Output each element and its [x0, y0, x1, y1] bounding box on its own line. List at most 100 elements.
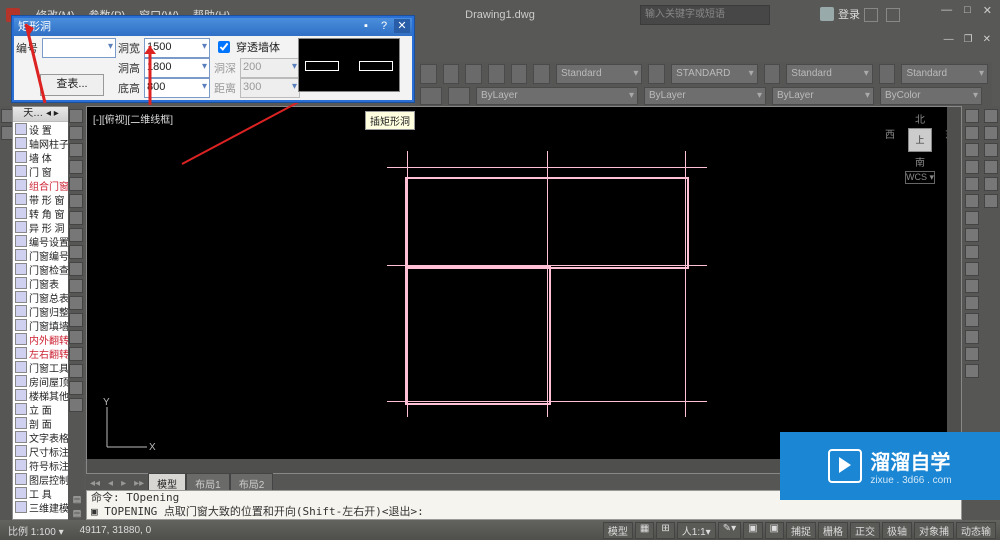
tree-item[interactable]: 门窗工具	[13, 360, 69, 374]
tree-item[interactable]: 带 形 窗	[13, 192, 69, 206]
arc-icon[interactable]	[69, 160, 83, 174]
mtext-icon[interactable]	[69, 381, 83, 395]
maximize-button[interactable]: □	[960, 4, 975, 17]
hatch-icon[interactable]	[69, 245, 83, 259]
table-icon[interactable]	[69, 313, 83, 327]
tablestyle-icon[interactable]	[764, 64, 781, 84]
status-scale[interactable]: 比例 1:100 ▾	[4, 523, 68, 538]
layer-dropdown[interactable]: ByLayer	[476, 87, 638, 105]
zoom-window-icon[interactable]	[984, 160, 998, 174]
status-toggle[interactable]: ▦	[635, 522, 654, 539]
doc-minimize-button[interactable]: —	[941, 34, 957, 45]
zoom-extents-icon[interactable]	[984, 143, 998, 157]
tree-item[interactable]: 工 具	[13, 486, 69, 500]
close-button[interactable]: ✕	[979, 4, 996, 17]
tab-nav-next[interactable]: ▸	[117, 478, 130, 489]
text-icon[interactable]	[69, 262, 83, 276]
tool-icon[interactable]	[488, 64, 505, 84]
tree-item[interactable]: 房间屋顶	[13, 374, 69, 388]
login-button[interactable]: 登录	[820, 6, 860, 22]
mirror-icon[interactable]	[965, 143, 979, 157]
number-combo[interactable]	[42, 38, 116, 58]
rectangle-icon[interactable]	[69, 177, 83, 191]
tool-icon[interactable]	[443, 64, 460, 84]
dimstyle-dropdown[interactable]: STANDARD	[671, 64, 758, 84]
status-toggle[interactable]: ▣	[743, 522, 762, 539]
tree-item[interactable]: 门窗填墙	[13, 318, 69, 332]
exchange-icon[interactable]	[864, 8, 878, 22]
tree-item[interactable]: 编号设置	[13, 234, 69, 248]
status-toggle[interactable]: 人1:1▾	[677, 522, 716, 539]
search-input[interactable]: 输入关键字或短语	[640, 5, 770, 25]
polygon-icon[interactable]	[69, 194, 83, 208]
extend-icon[interactable]	[965, 279, 979, 293]
tree-item[interactable]: 立 面	[13, 402, 69, 416]
status-toggle[interactable]: 对象捕	[914, 522, 954, 539]
join-icon[interactable]	[965, 313, 979, 327]
layer-icon[interactable]	[448, 87, 470, 105]
status-toggle[interactable]: 正交	[850, 522, 880, 539]
tree-item[interactable]: 门窗归整	[13, 304, 69, 318]
tree-item[interactable]: 门 窗	[13, 164, 69, 178]
textstyle-icon[interactable]	[533, 64, 550, 84]
status-toggle[interactable]: ▣	[765, 522, 784, 539]
tree-item[interactable]: 组合门窗	[13, 178, 69, 192]
viewport-vscrollbar[interactable]	[947, 107, 961, 459]
viewcube-west[interactable]: 西	[885, 126, 895, 154]
viewcube[interactable]: 北 西上东 南 WCS ▾	[885, 111, 955, 186]
mleaderstyle-icon[interactable]	[879, 64, 896, 84]
doc-restore-button[interactable]: ❐	[961, 34, 976, 45]
dialog-titlebar[interactable]: 矩形洞 ▪ ? ✕	[14, 18, 412, 36]
model-viewport[interactable]: [-][俯视][二维线框] 插矩形洞 北 西上东 南 WCS ▾ X Y	[86, 106, 962, 474]
mleaderstyle-dropdown[interactable]: Standard	[901, 64, 988, 84]
offset-icon[interactable]	[965, 160, 979, 174]
move-icon[interactable]	[965, 194, 979, 208]
tree-item[interactable]: 左右翻转	[13, 346, 69, 360]
copy-icon[interactable]	[965, 126, 979, 140]
tree-item[interactable]: 门窗编号	[13, 248, 69, 262]
pan-icon[interactable]	[984, 126, 998, 140]
tab-nav-first[interactable]: ◂◂	[86, 478, 104, 489]
tab-nav-last[interactable]: ▸▸	[130, 478, 148, 489]
array-icon[interactable]	[965, 177, 979, 191]
tablestyle-dropdown[interactable]: Standard	[786, 64, 873, 84]
tree-item[interactable]: 楼梯其他	[13, 388, 69, 402]
lineweight-dropdown[interactable]: ByLayer	[772, 87, 874, 105]
polyline-icon[interactable]	[69, 126, 83, 140]
through-wall-checkbox[interactable]: 穿透墙体	[214, 38, 280, 56]
status-toggle[interactable]: ✎▾	[718, 522, 741, 539]
tree-item[interactable]: 符号标注	[13, 458, 69, 472]
tree-item[interactable]: 尺寸标注	[13, 444, 69, 458]
minimize-button[interactable]: —	[937, 4, 956, 17]
plotstyle-dropdown[interactable]: ByColor	[880, 87, 982, 105]
tool-icon[interactable]	[465, 64, 482, 84]
chamfer-icon[interactable]	[965, 330, 979, 344]
spline-icon[interactable]	[69, 228, 83, 242]
viewcube-top[interactable]: 上	[908, 128, 932, 152]
tree-item[interactable]: 剖 面	[13, 416, 69, 430]
tool-icon[interactable]	[511, 64, 528, 84]
wcs-dropdown[interactable]: WCS ▾	[905, 171, 935, 184]
scale-icon[interactable]	[965, 228, 979, 242]
stretch-icon[interactable]	[965, 245, 979, 259]
line-icon[interactable]	[69, 109, 83, 123]
tree-item[interactable]: 转 角 窗	[13, 206, 69, 220]
tree-item[interactable]: 三维建模	[13, 500, 69, 514]
tab-nav-prev[interactable]: ◂	[104, 478, 117, 489]
status-toggle[interactable]: 极轴	[882, 522, 912, 539]
color-swatch-icon[interactable]	[420, 87, 442, 105]
status-toggle[interactable]: ⊞	[656, 522, 674, 539]
viewcube-north[interactable]: 北	[885, 111, 955, 126]
tree-item[interactable]: 轴网柱子	[13, 136, 69, 150]
dialog-pin-icon[interactable]: ▪	[358, 19, 374, 33]
ellipse-icon[interactable]	[69, 211, 83, 225]
tree-item[interactable]: 门窗表	[13, 276, 69, 290]
doc-close-button[interactable]: ✕	[980, 34, 994, 45]
dimstyle-icon[interactable]	[648, 64, 665, 84]
status-toggle[interactable]: 模型	[603, 522, 633, 539]
block-icon[interactable]	[69, 296, 83, 310]
status-toggle[interactable]: 栅格	[818, 522, 848, 539]
rotate-icon[interactable]	[965, 211, 979, 225]
tree-header[interactable]: 天… ◂ ▸	[13, 107, 69, 122]
tree-item[interactable]: 异 形 洞	[13, 220, 69, 234]
